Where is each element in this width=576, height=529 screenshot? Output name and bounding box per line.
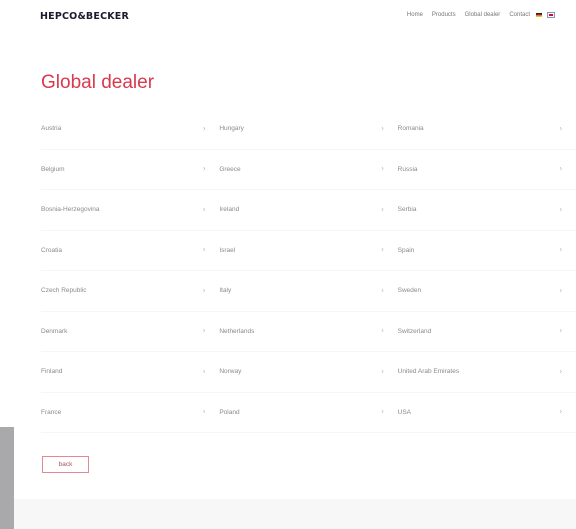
country-row: Belgium › Greece › Russia › [41,150,576,190]
country-link[interactable]: Poland › [219,393,397,433]
chevron-right-icon: › [559,206,562,214]
nav-home[interactable]: Home [407,12,423,18]
country-name: USA [397,408,412,416]
country-row: Czech Republic › Italy › Sweden › [41,271,576,312]
country-link[interactable]: Croatia › [41,231,219,271]
country-name: United Arab Emirates [397,368,460,376]
country-link[interactable]: Israel › [219,231,397,271]
country-name: Czech Republic [41,287,87,295]
country-link[interactable]: France › [41,393,219,433]
chevron-right-icon: › [381,165,384,173]
chevron-right-icon: › [559,408,562,416]
nav-products[interactable]: Products [432,12,456,18]
country-link[interactable]: Sweden › [398,271,576,311]
chevron-right-icon: › [202,287,206,295]
country-row: Austria › Hungary › Romania › [41,109,576,150]
country-link[interactable]: Belgium › [41,150,219,190]
country-link[interactable]: USA › [398,393,576,433]
chevron-right-icon: › [202,165,206,173]
country-link[interactable]: Serbia › [398,190,576,230]
country-link[interactable]: Spain › [398,231,576,271]
chevron-right-icon: › [559,368,562,376]
side-tab[interactable] [0,427,14,529]
chevron-right-icon: › [559,125,562,133]
chevron-right-icon: › [559,287,562,295]
country-link[interactable]: Austria › [41,109,219,149]
country-name: Bosnia-Herzegovina [41,206,100,214]
chevron-right-icon: › [202,246,206,254]
country-link[interactable]: Bosnia-Herzegovina › [41,190,219,230]
chevron-right-icon: › [381,408,384,416]
country-link[interactable]: Hungary › [219,109,397,149]
country-link[interactable]: Finland › [41,352,219,392]
country-name: Israel [219,246,236,254]
chevron-right-icon: › [202,206,206,214]
chevron-right-icon: › [381,368,384,376]
country-link[interactable]: United Arab Emirates › [398,352,576,392]
country-row: Bosnia-Herzegovina › Ireland › Serbia › [41,190,576,231]
nav-contact[interactable]: Contact [509,12,530,18]
chevron-right-icon: › [559,165,562,173]
country-name: Romania [397,125,424,133]
country-link[interactable]: Czech Republic › [41,271,219,311]
country-name: Netherlands [219,327,255,335]
country-link[interactable]: Ireland › [219,190,397,230]
country-name: Belgium [41,165,65,173]
country-link[interactable]: Norway › [219,352,397,392]
country-name: Hungary [219,125,244,133]
footer [14,499,576,529]
site-header: HEPCO&BECKER Home Products Global dealer… [0,0,576,34]
country-name: Denmark [41,327,68,335]
country-name: Spain [397,246,415,254]
country-name: Croatia [41,246,62,254]
country-link[interactable]: Netherlands › [219,312,397,352]
country-name: Greece [219,165,241,173]
country-row: Croatia › Israel › Spain › [41,231,576,271]
chevron-right-icon: › [381,327,384,335]
top-navigation: Home Products Global dealer Contact [398,12,555,18]
chevron-right-icon: › [202,327,206,335]
country-name: Sweden [397,287,422,295]
country-name: Ireland [219,206,240,214]
chevron-right-icon: › [381,125,384,133]
chevron-right-icon: › [381,206,384,214]
chevron-right-icon: › [202,408,206,416]
country-name: Poland [219,408,240,416]
chevron-right-icon: › [381,246,384,254]
country-link[interactable]: Greece › [219,150,397,190]
german-flag-icon[interactable] [536,13,542,17]
country-name: Norway [219,368,242,376]
country-grid: Austria › Hungary › Romania › Belgium › Greece › R… [41,109,576,433]
country-name: France [41,408,62,416]
nav-global-dealer[interactable]: Global dealer [465,12,501,18]
country-row: France › Poland › USA › [41,393,576,433]
english-flag-icon[interactable] [547,12,555,18]
page-title: Global dealer [41,72,155,93]
country-name: Austria [41,125,62,133]
chevron-right-icon: › [202,125,206,133]
back-button[interactable]: back [42,456,89,473]
chevron-right-icon: › [559,246,562,254]
country-name: Finland [41,368,63,376]
chevron-right-icon: › [559,327,562,335]
country-row: Finland › Norway › United Arab Emirates › [41,352,576,393]
chevron-right-icon: › [381,287,384,295]
country-link[interactable]: Italy › [219,271,397,311]
country-link[interactable]: Switzerland › [398,312,576,352]
country-link[interactable]: Denmark › [41,312,219,352]
country-row: Denmark › Netherlands › Switzerland › [41,312,576,352]
country-link[interactable]: Romania › [398,109,576,149]
country-link[interactable]: Russia › [398,150,576,190]
logo[interactable]: HEPCO&BECKER [40,11,129,22]
country-name: Russia [397,165,418,173]
country-name: Italy [219,287,232,295]
chevron-right-icon: › [202,368,206,376]
country-name: Switzerland [397,327,432,335]
country-name: Serbia [397,206,417,214]
